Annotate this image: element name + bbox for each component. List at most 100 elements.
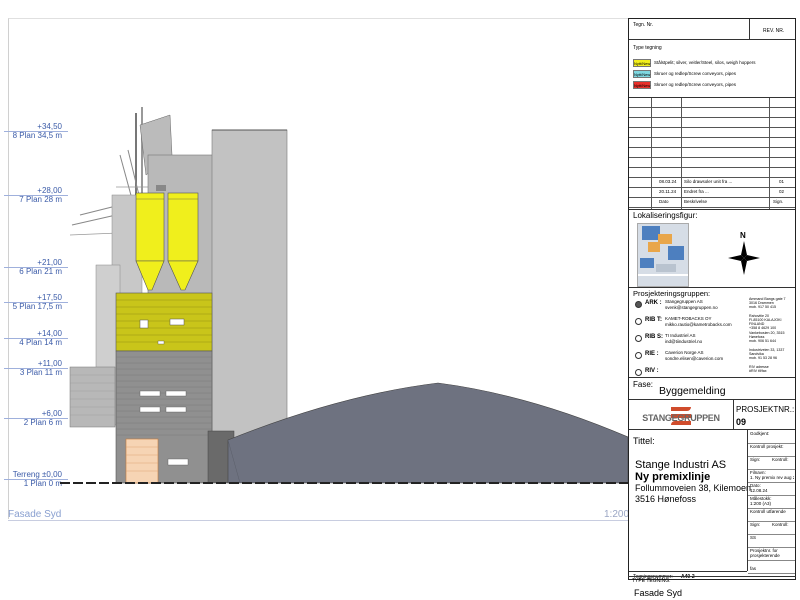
team-role: RIV : <box>645 368 659 374</box>
rev-row-1-date: 08.03.24 <box>659 179 677 184</box>
logo-text: STANGEGRUPPEN <box>642 413 720 423</box>
level-value: +34,50 <box>37 122 62 131</box>
legend-swatch: Nytt/New <box>633 81 651 89</box>
tittel-label: Tittel: <box>633 436 655 446</box>
level-name: 1 Plan 0 m <box>23 479 62 488</box>
legend-row: Nytt/New Skruer og redlep/Screw conveyors… <box>633 70 793 79</box>
side-value: 1:200 (A3) <box>750 501 772 506</box>
team-circle-icon <box>635 301 642 308</box>
side-row: Dato: 12.08.24 <box>748 483 795 496</box>
side-label: Godkjent: <box>750 431 770 436</box>
team-email: svenk@stangegruppen.no <box>665 305 718 310</box>
level-value: Terreng ±0,00 <box>12 470 62 479</box>
north-arrow-icon <box>728 241 760 275</box>
title-address-1: Follummoveien 38, Kilemoen <box>635 483 752 493</box>
level-name: 5 Plan 17,5 m <box>12 302 62 311</box>
level-name: 8 Plan 34,5 m <box>12 131 62 140</box>
side-value: Kontroll: <box>772 457 789 462</box>
team-member: RIE : Caverion Norge AS sondre.elisen@cave… <box>629 348 795 366</box>
side-row: Prosjektnr. for prosjekterende <box>748 548 795 561</box>
rev-divider <box>749 19 750 39</box>
prosjektnr-label: PROSJEKTNR.: <box>736 405 795 414</box>
rev-row-2-text: Endret fra ... <box>684 189 709 194</box>
drawing-area: +34,50 8 Plan 34,5 m +28,00 7 Plan 28 m +21,… <box>0 0 630 600</box>
view-underline <box>8 520 628 521</box>
side-value: Kontroll: <box>772 522 789 527</box>
team-member: ARK : Stangegruppen AS svenk@stangegruppen… <box>629 297 795 315</box>
level-line <box>4 267 68 268</box>
team-circle-icon <box>635 369 642 376</box>
side-row: Sign: Kontroll: <box>748 457 795 470</box>
side-value: 1. Ny premix rev aug 24.pln <box>750 475 794 480</box>
legend-swatch: Nytt/New <box>633 70 651 78</box>
prosjektnr-value: 09 <box>736 417 747 427</box>
scale-label: 1:200 <box>604 509 630 520</box>
title-block: Tegn. Nr. REV. NR. Type tegning Nytt/New… <box>628 18 796 580</box>
lokal-label: Lokaliseringsfigur: <box>633 211 698 220</box>
company-logo: STANGEGRUPPEN <box>631 403 731 431</box>
revision-table: 08.03.24 Silo drawsoler unit fra ... 01 … <box>629 97 795 210</box>
level-name: 7 Plan 28 m <box>19 195 62 204</box>
level-line <box>4 418 68 419</box>
level-line <box>4 368 68 369</box>
team-address: Rahovitie 20 FI-85100 KALAJOKI FINLAND +… <box>749 314 782 330</box>
north-label: N <box>740 231 746 240</box>
legend-text: Stålstpelit; silver, veitler/Steel, silo… <box>654 60 756 65</box>
title-block-bottom: TYPE TEGNING: Fasade Syd <box>628 570 796 600</box>
legend-text: Skruer og redlep/Screw conveyors, pipes <box>654 71 737 76</box>
team-company: Caverion Norge AS <box>665 350 704 355</box>
legend-row: Nytt/New Skruer og redlep/Screw conveyors… <box>633 81 793 90</box>
level-name: 4 Plan 14 m <box>19 338 62 347</box>
legend-swatch: Nytt/New <box>633 59 651 67</box>
team-role: RIE : <box>645 351 659 357</box>
rev-header-beskrivelse: Beskrivelse <box>684 199 708 204</box>
level-line <box>4 302 68 303</box>
team-member: RIV : RIV adresse #RIV tlf/fax <box>629 365 795 383</box>
title-line-2: Ny premixlinje <box>635 471 711 483</box>
rev-row-1-text: Silo drawsoler unit fra ... <box>684 179 733 184</box>
level-line <box>4 195 68 196</box>
team-address: Industriveien 33, 1337 Sandvika mob. 91 … <box>749 348 785 360</box>
side-row: SS <box>748 535 795 548</box>
legend-text: Skruer og redlep/Screw conveyors, pipes <box>654 82 737 87</box>
prosj-label: Prosjekteringsgruppen: <box>633 289 711 298</box>
tegn-nr-label: Tegn. Nr. <box>633 22 654 28</box>
team-list: ARK : Stangegruppen AS svenk@stangegruppen… <box>629 297 795 379</box>
rev-header-dato: Dato <box>659 199 669 204</box>
view-label: Fasade Syd <box>8 509 62 520</box>
fase-value: Byggemelding <box>659 385 726 397</box>
rev-row-1-rev: 01 <box>779 179 785 184</box>
side-row: Sign: Kontroll: <box>748 522 795 535</box>
side-label: SS <box>750 535 757 540</box>
type-tegning-2-value: Fasade Syd <box>634 588 683 598</box>
team-circle-icon <box>635 318 642 325</box>
level-line <box>4 338 68 339</box>
team-role: ARK : <box>645 300 662 306</box>
title-address-2: 3516 Hønefoss <box>635 494 697 504</box>
team-address: Vankebosien 20, 3515 Hønefoss mob. 906 5… <box>749 331 785 343</box>
side-row: Kontroll prosjekt: <box>748 444 795 457</box>
team-circle-icon <box>635 352 642 359</box>
team-company: KAMET-ROBACKS OY <box>665 316 712 321</box>
title-line-1: Stange Industri AS <box>635 459 727 471</box>
team-role: RIB S: <box>645 334 663 340</box>
team-role: RIB T: <box>645 317 662 323</box>
side-label: Kontroll utførende <box>750 509 786 514</box>
side-row: Kontroll utførende <box>748 509 795 522</box>
rev-nr-label: REV. NR. <box>763 28 785 34</box>
team-company: Stangegruppen AS <box>665 299 703 304</box>
level-name: 6 Plan 21 m <box>19 267 62 276</box>
fase-label: Fase: <box>633 380 654 389</box>
level-line <box>4 131 68 132</box>
level-name: 3 Plan 11 m <box>19 368 62 377</box>
side-info: Godkjent: Kontroll prosjekt: Sign: Kontroll… <box>748 429 795 574</box>
team-address: Ammand Bangs gate 7 3016 Drammen mob. 91… <box>749 297 786 309</box>
team-member: RIB T: KAMET-ROBACKS OY mikko.rautio@kamet… <box>629 314 795 332</box>
type-tegning-2-label: TYPE TEGNING: <box>632 578 671 584</box>
type-tegning-label: Type tegning <box>633 45 662 51</box>
side-label: Kontroll prosjekt: <box>750 444 784 449</box>
side-label: Sign: <box>750 457 761 462</box>
level-value: +21,00 <box>37 258 62 267</box>
level-value: +6,00 <box>41 409 62 418</box>
level-value: +11,00 <box>37 359 62 368</box>
